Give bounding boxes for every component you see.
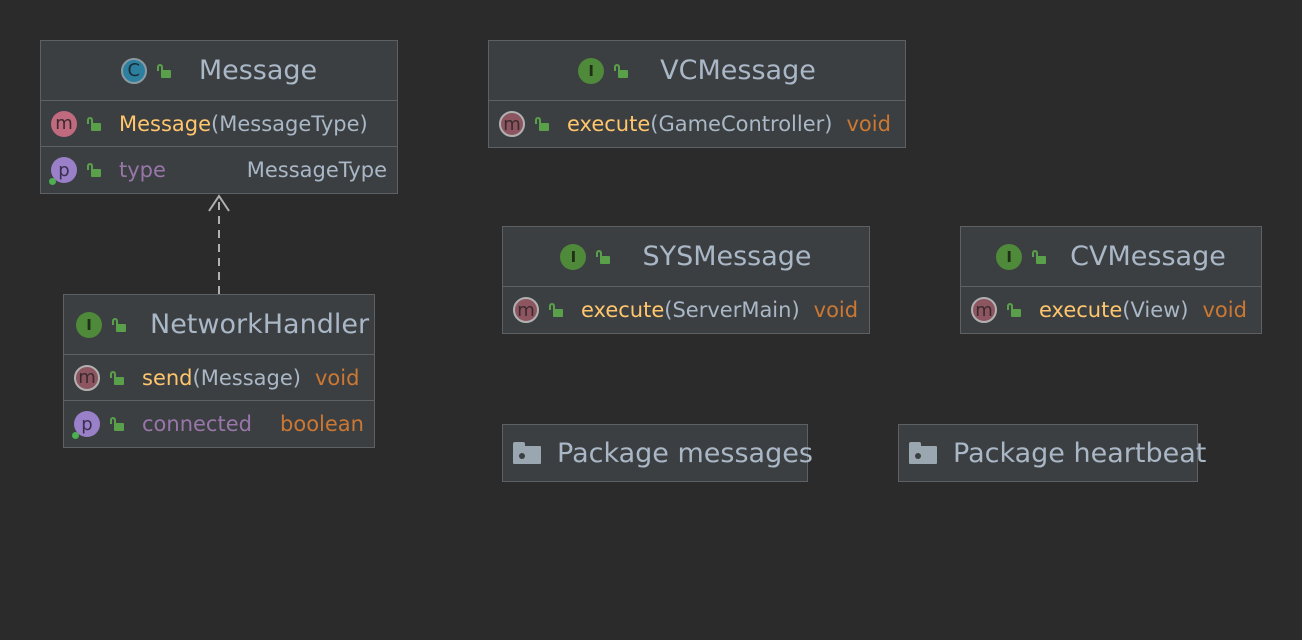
method-params: (MessageType) (211, 111, 368, 136)
method-name: execute (1039, 298, 1123, 322)
method-row[interactable]: m send (Message) void (64, 355, 374, 401)
method-params: (ServerMain) (664, 298, 800, 322)
method-return-type: void (1202, 298, 1247, 322)
method-return-type: void (314, 365, 360, 390)
interface-icon: I (560, 243, 587, 270)
interface-cv-message[interactable]: I CVMessage m execute (View) void (960, 226, 1262, 334)
public-lock-icon (110, 417, 124, 431)
method-params: (GameController) (650, 112, 833, 136)
class-icon: C (120, 57, 147, 84)
class-header: I SYSMessage (503, 227, 869, 287)
public-lock-icon (87, 116, 101, 131)
method-name: execute (567, 112, 651, 136)
public-lock-icon (535, 117, 549, 131)
class-message[interactable]: C Message m Message (MessageType) p type … (40, 40, 398, 194)
public-lock-icon (156, 63, 171, 78)
property-icon: p (72, 411, 100, 439)
class-header: I VCMessage (489, 41, 905, 101)
method-icon: m (74, 364, 100, 391)
class-name: NetworkHandler (150, 309, 370, 340)
method-name: Message (119, 111, 212, 136)
method-icon: m (513, 297, 539, 323)
interface-network-handler[interactable]: I NetworkHandler m send (Message) void p … (63, 294, 375, 448)
class-header: C Message (41, 41, 397, 101)
property-name: connected (142, 412, 252, 436)
public-lock-icon (110, 370, 124, 385)
method-return-type: void (846, 112, 891, 136)
interface-icon: I (578, 57, 605, 84)
method-icon: m (499, 111, 525, 137)
interface-icon: I (996, 243, 1023, 270)
interface-sys-message[interactable]: I SYSMessage m execute (ServerMain) void (502, 226, 870, 334)
public-lock-icon (87, 163, 101, 177)
constructor-row[interactable]: m Message (MessageType) (41, 101, 397, 147)
property-icon: p (49, 157, 77, 185)
class-name: VCMessage (660, 55, 816, 86)
method-return-type: void (813, 298, 859, 322)
public-lock-icon (614, 63, 629, 78)
method-icon: m (971, 297, 997, 323)
package-label: Package heartbeat (953, 437, 1207, 469)
class-name: SYSMessage (642, 241, 812, 272)
method-params: (View) (1122, 298, 1189, 322)
property-row[interactable]: p type MessageType (41, 147, 397, 193)
method-name: execute (581, 298, 665, 322)
class-name: Message (198, 55, 318, 86)
class-header: I NetworkHandler (64, 295, 374, 355)
public-lock-icon (112, 317, 126, 332)
method-row[interactable]: m execute (ServerMain) void (503, 287, 869, 333)
class-name: CVMessage (1070, 241, 1226, 272)
folder-icon (909, 442, 937, 464)
property-type: MessageType (246, 158, 387, 182)
property-name: type (119, 158, 166, 182)
public-lock-icon (1007, 303, 1021, 317)
public-lock-icon (596, 249, 611, 264)
package-heartbeat[interactable]: Package heartbeat (898, 424, 1206, 482)
public-lock-icon (549, 303, 563, 317)
method-name: send (142, 365, 193, 390)
class-header: I CVMessage (961, 227, 1261, 287)
method-params: (Message) (192, 365, 301, 390)
package-messages[interactable]: Package messages (502, 424, 813, 482)
package-label: Package messages (557, 437, 813, 469)
property-row[interactable]: p connected boolean (64, 401, 374, 447)
property-type: boolean (280, 412, 364, 436)
folder-icon (513, 442, 541, 464)
public-lock-icon (1032, 249, 1047, 264)
interface-vc-message[interactable]: I VCMessage m execute (GameController) vo… (488, 40, 906, 148)
method-row[interactable]: m execute (View) void (961, 287, 1261, 333)
interface-icon: I (76, 311, 102, 338)
method-row[interactable]: m execute (GameController) void (489, 101, 905, 147)
method-icon: m (51, 110, 77, 137)
